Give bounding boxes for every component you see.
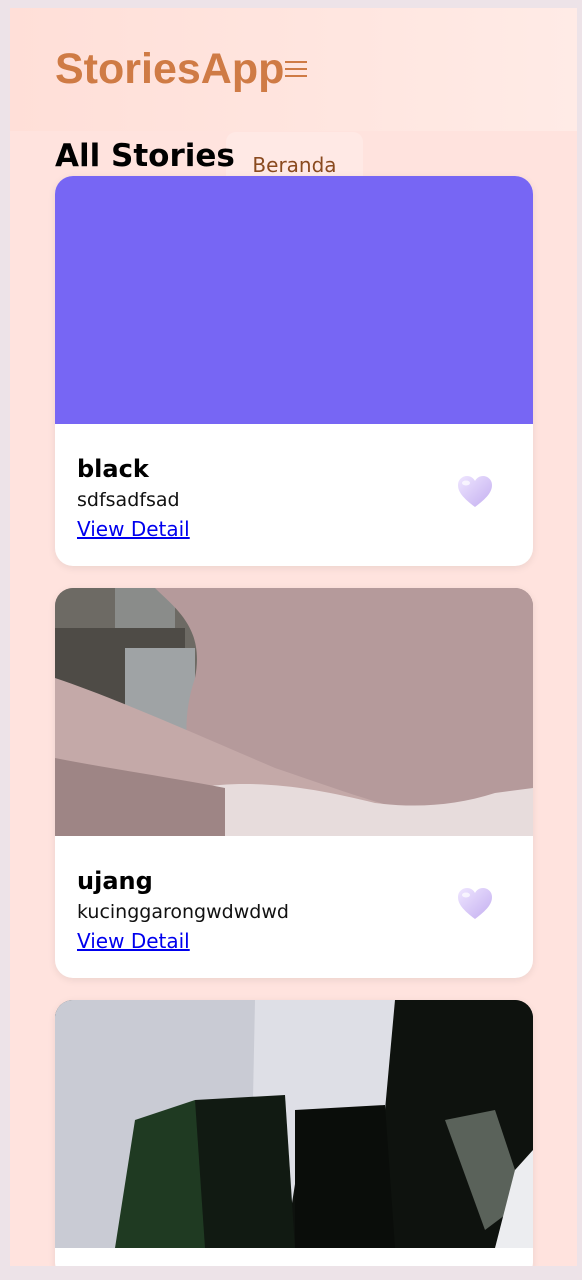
story-card — [55, 1000, 533, 1266]
heart-icon — [458, 888, 492, 919]
like-button[interactable] — [455, 474, 495, 510]
story-photo — [55, 1000, 533, 1248]
app-title[interactable]: StoriesApp — [55, 44, 284, 94]
view-detail-link[interactable]: View Detail — [77, 516, 190, 542]
story-image — [55, 588, 533, 836]
story-description: kucinggarongwdwdwd — [77, 901, 289, 923]
view-detail-link[interactable]: View Detail — [77, 928, 190, 954]
story-image — [55, 1000, 533, 1248]
hamburger-menu-button[interactable] — [280, 52, 312, 84]
section-title: All Stories — [55, 138, 235, 174]
app-header: StoriesApp — [10, 8, 577, 131]
story-image — [55, 176, 533, 424]
like-button[interactable] — [455, 886, 495, 922]
story-card: black sdfsadfsad View Detail — [55, 176, 533, 566]
app-frame: StoriesApp Beranda All Stories black sdf… — [10, 8, 577, 1266]
story-title: ujang — [77, 867, 153, 895]
story-description: sdfsadfsad — [77, 489, 180, 511]
story-photo — [55, 588, 533, 836]
story-title: black — [77, 455, 149, 483]
story-card: ujang kucinggarongwdwdwd View Detail — [55, 588, 533, 978]
heart-icon — [458, 476, 492, 507]
